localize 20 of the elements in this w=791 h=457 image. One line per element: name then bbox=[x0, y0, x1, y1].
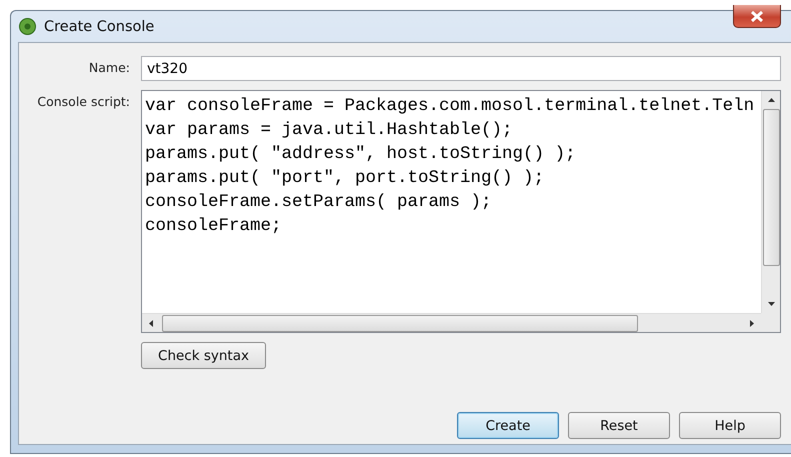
name-label: Name: bbox=[88, 59, 130, 77]
reset-button[interactable]: Reset bbox=[568, 412, 670, 439]
code-line: params.put( "address", host.toString() ); bbox=[145, 143, 576, 166]
horizontal-scrollbar[interactable] bbox=[142, 313, 761, 332]
script-editor[interactable] bbox=[141, 90, 781, 333]
check-syntax-button[interactable]: Check syntax bbox=[141, 342, 266, 369]
create-button[interactable]: Create bbox=[457, 412, 559, 439]
script-label: Console script: bbox=[36, 93, 130, 111]
code-line: params.put( "port", port.toString() ); bbox=[145, 167, 544, 190]
code-line: var params = java.util.Hashtable(); bbox=[145, 119, 513, 142]
code-line: var consoleFrame = Packages.com.mosol.terminal.telnet.Teln bbox=[145, 95, 754, 118]
code-line: consoleFrame; bbox=[145, 215, 282, 238]
help-button[interactable]: Help bbox=[679, 412, 781, 439]
close-button[interactable] bbox=[733, 5, 781, 28]
app-icon bbox=[19, 18, 36, 35]
name-field[interactable]: vt320 bbox=[141, 56, 781, 81]
vertical-scrollbar[interactable] bbox=[761, 91, 780, 313]
code-line: consoleFrame.setParams( params ); bbox=[145, 191, 492, 214]
close-icon bbox=[750, 10, 764, 22]
window-title: Create Console bbox=[44, 18, 154, 34]
